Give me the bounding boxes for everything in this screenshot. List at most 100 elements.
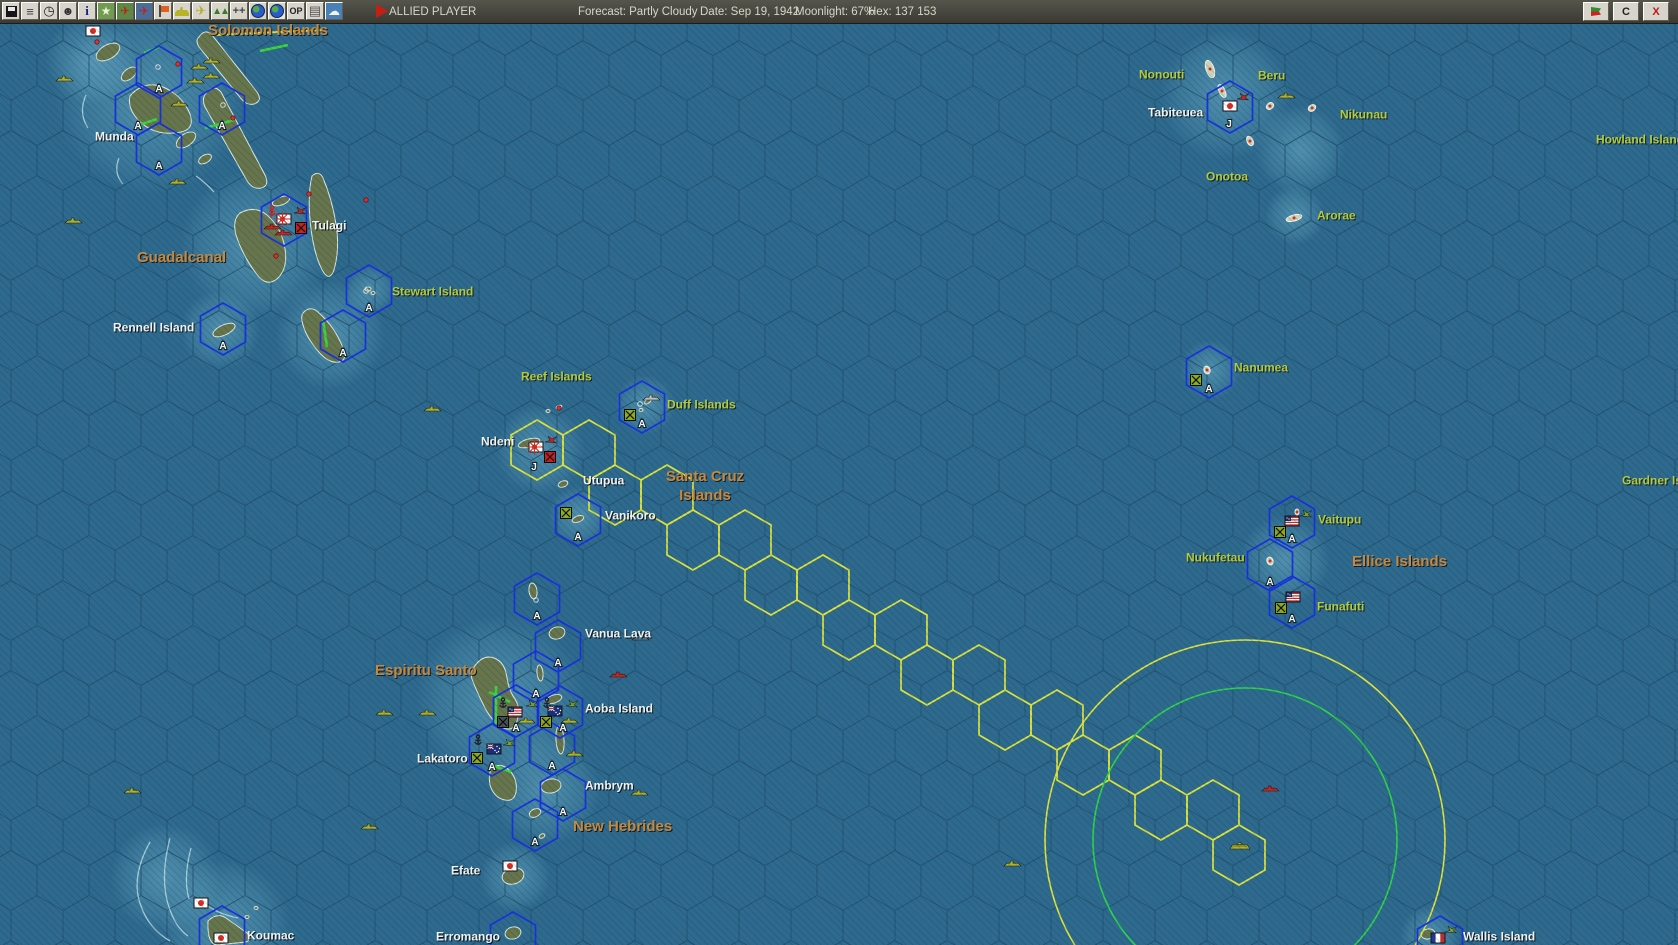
- flag-marker-button[interactable]: [154, 2, 172, 20]
- base-letter: A: [532, 689, 539, 700]
- base-letter: J: [1226, 119, 1232, 130]
- window-flag-icon: [1591, 7, 1601, 16]
- island: [545, 409, 551, 413]
- ground-button-icon: ▲▲: [212, 5, 228, 17]
- base-letter: A: [574, 532, 581, 543]
- island: [253, 906, 259, 910]
- run-turn-button[interactable]: [376, 4, 388, 18]
- base-letter: A: [218, 121, 225, 132]
- reports-button-icon: ≡: [26, 3, 34, 19]
- reports-button[interactable]: ≡: [21, 2, 39, 20]
- atoll-dot: [1268, 559, 1272, 563]
- atoll-dot: [1268, 104, 1272, 108]
- time-button-icon: ◷: [43, 3, 55, 18]
- base-letter: A: [219, 341, 226, 352]
- base-letter: A: [548, 761, 555, 772]
- atoll-dot: [1310, 106, 1314, 110]
- allied-supply-icon[interactable]: [540, 716, 552, 728]
- town-dot: [363, 197, 369, 203]
- japan-supply-icon[interactable]: [544, 451, 556, 463]
- air-groups-button[interactable]: ✈: [192, 2, 210, 20]
- intel-button[interactable]: ☻: [59, 2, 77, 20]
- save-button[interactable]: [2, 2, 20, 20]
- base-letter: A: [488, 762, 495, 773]
- base-letter: A: [1288, 614, 1295, 625]
- toolbar: ALLIED PLAYER Forecast: Partly Cloudy Da…: [0, 0, 1678, 24]
- australia-flag-unit[interactable]: [486, 743, 502, 755]
- japan-flag-unit[interactable]: [193, 897, 209, 909]
- france-flag-unit[interactable]: [1430, 932, 1446, 944]
- town-dot: [556, 405, 562, 411]
- island: [638, 408, 644, 412]
- world-map-button-icon: [251, 4, 265, 18]
- hex-coord-label: Hex: 137 153: [868, 5, 937, 18]
- japan-flag-unit[interactable]: [502, 860, 518, 872]
- flag-toggle-button[interactable]: [1583, 2, 1609, 21]
- c-button[interactable]: C: [1613, 2, 1639, 21]
- intel-button-icon: ☻: [61, 4, 75, 18]
- japan-supply-icon[interactable]: [295, 222, 307, 234]
- zoom-map-button[interactable]: [268, 2, 286, 20]
- allied-supply-icon[interactable]: [1274, 526, 1286, 538]
- base-letter: A: [339, 348, 346, 359]
- base-letter: A: [1205, 384, 1212, 395]
- atoll-dot: [1205, 368, 1209, 372]
- air-combat-button[interactable]: ✈: [116, 2, 134, 20]
- australia-flag-unit[interactable]: [547, 705, 563, 717]
- base-letter: A: [365, 303, 372, 314]
- town-dot: [94, 39, 100, 45]
- us-flag-unit[interactable]: [1285, 591, 1301, 603]
- air-transfer-button[interactable]: ✈: [135, 2, 153, 20]
- japan-flag-unit[interactable]: [1222, 100, 1238, 112]
- base-letter: A: [512, 723, 519, 734]
- world-map-button[interactable]: [249, 2, 267, 20]
- japan-flag-unit[interactable]: [85, 25, 101, 37]
- atoll-dot: [1295, 510, 1299, 514]
- island: [370, 291, 376, 295]
- weather-button[interactable]: ☁: [325, 2, 343, 20]
- ground-button[interactable]: ▲▲: [211, 2, 229, 20]
- air-combat-button-icon: ✈: [119, 4, 131, 18]
- allied-supply-icon[interactable]: [624, 409, 636, 421]
- atoll-dot: [1220, 89, 1224, 93]
- map-canvas[interactable]: A A A A A A A A A A A A A A A A A A A A A A J J: [0, 0, 1678, 945]
- allied-supply-icon[interactable]: [471, 752, 483, 764]
- list-button[interactable]: ▤: [306, 2, 324, 20]
- forecast-label: Forecast: Partly Cloudy: [578, 5, 698, 18]
- us-flag-unit[interactable]: [1284, 515, 1300, 527]
- base-letter: A: [155, 161, 162, 172]
- close-button[interactable]: X: [1643, 2, 1669, 21]
- engineer-button[interactable]: ++: [230, 2, 248, 20]
- allied-supply-icon[interactable]: [1190, 374, 1202, 386]
- japan-flag-unit[interactable]: [213, 932, 229, 944]
- save-button-icon: [5, 5, 17, 17]
- air-groups-button-icon: ✈: [195, 3, 207, 18]
- weather-button-icon: ☁: [328, 4, 340, 18]
- time-button[interactable]: ◷: [40, 2, 58, 20]
- naval-button-icon: [175, 7, 189, 16]
- us-flag-unit[interactable]: [507, 706, 523, 718]
- objectives-button[interactable]: ★: [97, 2, 115, 20]
- base-letter: A: [531, 837, 538, 848]
- town-dot: [230, 115, 236, 121]
- island: [244, 915, 250, 919]
- base-letter: A: [134, 121, 141, 132]
- base-letter: A: [554, 658, 561, 669]
- atoll-dot: [1292, 216, 1296, 220]
- naval-button[interactable]: [173, 2, 191, 20]
- base-letter: A: [155, 84, 162, 95]
- zoom-map-button-icon: [270, 4, 284, 18]
- base-letter: A: [533, 611, 540, 622]
- info-button[interactable]: i: [78, 2, 96, 20]
- list-button-icon: ▤: [308, 3, 322, 18]
- base-letter: A: [559, 723, 566, 734]
- base-letter: A: [559, 807, 566, 818]
- allied-resource-icon[interactable]: [497, 716, 509, 728]
- player-label: ALLIED PLAYER: [389, 5, 477, 18]
- base-letter: A: [1266, 577, 1273, 588]
- town-dot: [175, 61, 181, 67]
- atoll-dot: [1248, 139, 1252, 143]
- allied-supply-icon[interactable]: [1275, 602, 1287, 614]
- allied-supply-icon[interactable]: [560, 507, 572, 519]
- operations-button[interactable]: OP: [287, 2, 305, 20]
